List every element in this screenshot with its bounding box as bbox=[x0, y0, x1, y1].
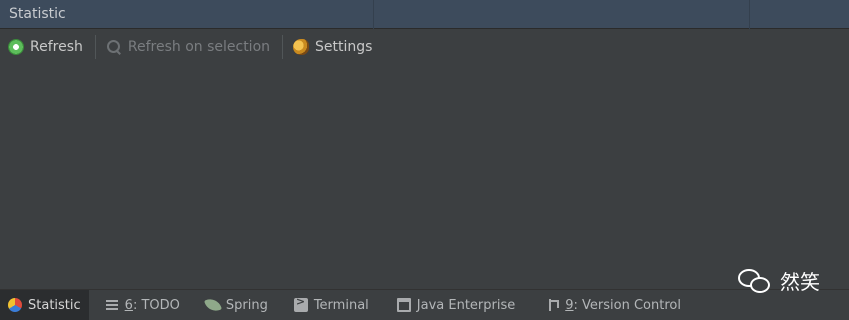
settings-button[interactable]: Settings bbox=[293, 34, 372, 60]
toolbar-divider bbox=[282, 35, 284, 59]
tab-todo[interactable]: 6: TODO bbox=[97, 290, 188, 320]
refresh-button[interactable]: Refresh bbox=[8, 34, 83, 60]
todo-list-icon bbox=[105, 298, 119, 312]
tab-label: : Version Control bbox=[573, 297, 681, 313]
tab-java-enterprise[interactable]: Java Enterprise bbox=[389, 290, 523, 320]
search-icon bbox=[106, 39, 122, 55]
java-enterprise-icon bbox=[396, 298, 411, 312]
tab-shortcut: 6 bbox=[124, 297, 133, 313]
tab-label: Java Enterprise bbox=[416, 297, 516, 313]
watermark: 然笑 bbox=[738, 266, 820, 295]
refresh-on-selection-button[interactable]: Refresh on selection bbox=[106, 34, 270, 60]
header-divider bbox=[373, 0, 374, 29]
tab-statistic[interactable]: Statistic bbox=[0, 290, 89, 320]
tab-shortcut: 9 bbox=[565, 297, 574, 313]
tab-label: Terminal bbox=[313, 297, 369, 313]
tab-label: Statistic bbox=[28, 297, 81, 313]
tab-terminal[interactable]: Terminal bbox=[286, 290, 377, 320]
tab-version-control[interactable]: 9: Version Control bbox=[537, 290, 689, 320]
tool-window-header: Statistic bbox=[0, 0, 849, 29]
tool-window-title: Statistic bbox=[9, 6, 66, 22]
tab-spring[interactable]: Spring bbox=[198, 290, 276, 320]
wechat-logo-icon bbox=[738, 267, 772, 295]
refresh-on-selection-label: Refresh on selection bbox=[127, 39, 271, 55]
refresh-label: Refresh bbox=[30, 39, 83, 55]
tab-label: Spring bbox=[225, 297, 268, 313]
watermark-text: 然笑 bbox=[780, 270, 820, 294]
spring-leaf-icon bbox=[203, 296, 222, 314]
settings-label: Settings bbox=[315, 39, 373, 55]
header-divider bbox=[749, 0, 750, 29]
toolbar-divider bbox=[94, 35, 96, 59]
refresh-icon bbox=[8, 39, 24, 55]
version-control-icon bbox=[545, 298, 560, 312]
statistic-toolbar: Refresh Refresh on selection Settings bbox=[0, 30, 849, 64]
terminal-icon bbox=[293, 295, 308, 312]
tab-label: : TODO bbox=[132, 297, 180, 313]
settings-palette-icon bbox=[293, 39, 310, 55]
tool-window-bar: Statistic 6: TODO Spring Terminal Java E… bbox=[0, 289, 849, 320]
statistic-icon bbox=[8, 298, 22, 312]
